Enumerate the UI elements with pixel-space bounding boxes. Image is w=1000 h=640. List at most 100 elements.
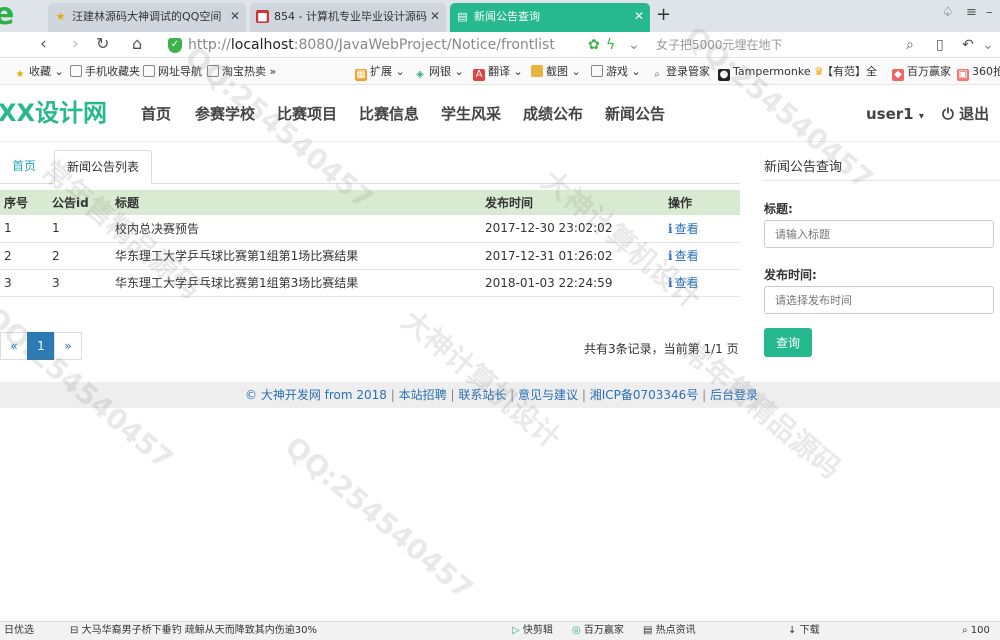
reload-icon[interactable]: ↻ bbox=[96, 34, 109, 54]
browser-tab-2[interactable]: ■ 854 - 计算机专业毕业设计源码 ✕ bbox=[250, 3, 446, 32]
bookmark-item[interactable]: ⌕ 登录管家 bbox=[651, 64, 710, 81]
cell-time: 2017-12-31 01:26:02 bbox=[481, 242, 664, 270]
prev-page-button[interactable]: « bbox=[0, 332, 28, 360]
bookmark-item[interactable]: ▣ 360抢 bbox=[957, 64, 1000, 81]
news-ticker[interactable]: ⊟ 大马华裔男子桥下垂钓 疏鲸从天而降致其内伤逾30% bbox=[70, 622, 317, 640]
browser-tab-1[interactable]: ★ 汪建林源码大神调试的QQ空间 ✕ bbox=[48, 3, 246, 32]
star-icon: ★ bbox=[15, 69, 25, 80]
page-footer: © 大神开发网 from 2018 | 本站招聘 | 联系站长 | 意见与建议 … bbox=[0, 382, 1000, 408]
table-header-row: 序号 公告id 标题 发布时间 操作 bbox=[0, 190, 740, 215]
cell-no: 3 bbox=[0, 269, 48, 297]
column-header: 发布时间 bbox=[481, 190, 664, 215]
nav-home[interactable]: 首页 bbox=[141, 104, 171, 124]
status-item[interactable]: ◎ 百万赢家 bbox=[572, 622, 624, 640]
query-button[interactable]: 查询 bbox=[764, 328, 812, 357]
publish-time-input[interactable] bbox=[764, 286, 994, 314]
status-item[interactable]: ↓ 下载 bbox=[788, 622, 820, 640]
footer-link-admin-login[interactable]: 后台登录 bbox=[710, 388, 758, 402]
status-left-text[interactable]: 日优选 bbox=[4, 622, 34, 640]
caret-down-icon: ▾ bbox=[918, 111, 924, 122]
logout-button[interactable]: ⏻ 退出 bbox=[942, 104, 989, 124]
bookmark-item[interactable]: 淘宝热卖 » bbox=[207, 64, 276, 80]
search-icon: ⌕ bbox=[654, 69, 660, 80]
nav-students[interactable]: 学生风采 bbox=[441, 104, 501, 124]
bookmark-item[interactable]: 网址导航 bbox=[143, 64, 202, 80]
title-label: 标题: bbox=[764, 202, 793, 216]
bookmark-item[interactable]: A 翻译 ⌄ bbox=[473, 64, 523, 81]
nav-events[interactable]: 比赛项目 bbox=[277, 104, 337, 124]
bookmark-item[interactable]: 手机收藏夹 bbox=[70, 64, 140, 80]
nav-news[interactable]: 新闻公告 bbox=[605, 104, 665, 124]
bookmark-item[interactable]: 游戏 ⌄ bbox=[591, 64, 641, 80]
forward-icon[interactable]: › bbox=[72, 34, 79, 54]
site-logo[interactable]: XX设计网 bbox=[0, 98, 107, 128]
bookmark-item[interactable]: ● Tampermonke ♛ bbox=[718, 64, 824, 81]
phone-icon bbox=[70, 65, 82, 77]
copyright-text: © 大神开发网 from 2018 bbox=[245, 388, 387, 402]
play-icon: ▷ bbox=[512, 625, 520, 636]
footer-link-icp[interactable]: 湘ICP备0703346号 bbox=[590, 388, 699, 402]
nav-match-info[interactable]: 比赛信息 bbox=[359, 104, 419, 124]
close-icon[interactable]: ✕ bbox=[230, 3, 240, 30]
bookmark-item[interactable]: ◆ 百万赢家 bbox=[892, 64, 951, 81]
zoom-level[interactable]: ⌕ 100 bbox=[962, 622, 990, 640]
url-input[interactable]: ✓ http://localhost:8080/JavaWebProject/N… bbox=[168, 35, 638, 55]
picture-icon: ▣ bbox=[957, 69, 969, 81]
column-header: 标题 bbox=[111, 190, 481, 215]
search-icon[interactable]: ⌕ bbox=[906, 35, 914, 55]
close-icon[interactable]: ✕ bbox=[634, 3, 644, 30]
view-link[interactable]: i 查看 bbox=[668, 222, 699, 236]
user-name: user1 bbox=[866, 105, 914, 123]
page-1-button[interactable]: 1 bbox=[27, 332, 55, 360]
chevron-down-icon[interactable]: ⌄ bbox=[628, 35, 640, 55]
footer-link-feedback[interactable]: 意见与建议 bbox=[518, 388, 578, 402]
tab-title: 854 - 计算机专业毕业设计源码 bbox=[274, 10, 427, 23]
tampermonkey-icon: ● bbox=[718, 69, 730, 81]
cell-id: 2 bbox=[48, 242, 111, 270]
close-icon[interactable]: ✕ bbox=[430, 3, 440, 30]
shirt-skin-icon[interactable]: ♤ bbox=[942, 5, 954, 20]
bookmark-item[interactable]: ★ 收藏 ⌄ bbox=[14, 64, 64, 81]
undo-icon[interactable]: ↶ bbox=[962, 35, 974, 55]
nav-schools[interactable]: 参赛学校 bbox=[195, 104, 255, 124]
bookmark-item[interactable]: 【有范】全 bbox=[822, 64, 877, 80]
power-icon: ⏻ bbox=[942, 105, 954, 123]
record-summary: 共有3条记录，当前第 1/1 页 bbox=[584, 342, 739, 356]
url-text[interactable]: http://localhost:8080/JavaWebProject/Not… bbox=[188, 35, 555, 55]
status-item[interactable]: ▷ 快剪辑 bbox=[512, 622, 553, 640]
bookmark-item[interactable]: ▦ 扩展 ⌄ bbox=[355, 64, 405, 81]
bookmark-item[interactable]: ◈ 网银 ⌄ bbox=[414, 64, 464, 81]
view-link[interactable]: i 查看 bbox=[668, 249, 699, 263]
footer-link-recruit[interactable]: 本站招聘 bbox=[399, 388, 447, 402]
nav-results[interactable]: 成绩公布 bbox=[523, 104, 583, 124]
browser-tab-strip: e ★ 汪建林源码大神调试的QQ空间 ✕ ■ 854 - 计算机专业毕业设计源码… bbox=[0, 0, 1000, 32]
bookmark-item[interactable]: 截图 ⌄ bbox=[531, 64, 581, 80]
scissors-icon bbox=[531, 65, 543, 77]
tab-news-list[interactable]: 新闻公告列表 bbox=[54, 150, 153, 184]
cell-no: 2 bbox=[0, 242, 48, 270]
back-icon[interactable]: ‹ bbox=[40, 34, 47, 54]
phone-icon[interactable]: ▯ bbox=[936, 35, 944, 55]
user-menu[interactable]: user1 ▾ bbox=[866, 104, 924, 127]
lightning-icon[interactable]: ϟ bbox=[606, 35, 615, 55]
browser-tab-3[interactable]: ▤ 新闻公告查询 ✕ bbox=[450, 3, 650, 32]
bookmarks-bar: ★ 收藏 ⌄ 手机收藏夹 网址导航 淘宝热卖 » ▦ 扩展 ⌄ ◈ 网银 ⌄ A 翻译 … bbox=[0, 59, 1000, 85]
minimize-icon[interactable]: – bbox=[986, 5, 993, 20]
tab-title: 新闻公告查询 bbox=[474, 10, 540, 23]
title-search-input[interactable] bbox=[764, 220, 994, 248]
home-icon[interactable]: ⌂ bbox=[132, 34, 142, 54]
refresh-green-icon[interactable]: ✿ bbox=[588, 35, 600, 55]
next-page-button[interactable]: » bbox=[54, 332, 82, 360]
status-item[interactable]: ▤ 热点资讯 bbox=[643, 622, 696, 640]
search-suggestion[interactable]: 女子把5000元埋在地下 bbox=[656, 35, 783, 55]
new-tab-icon[interactable]: + bbox=[656, 4, 671, 25]
footer-link-contact[interactable]: 联系站长 bbox=[458, 388, 506, 402]
view-link[interactable]: i 查看 bbox=[668, 276, 699, 290]
tab-home[interactable]: 首页 bbox=[0, 150, 48, 184]
cell-title: 华东理工大学乒乓球比赛第1组第3场比赛结果 bbox=[111, 269, 481, 297]
menu-icon[interactable]: ≡ bbox=[966, 5, 977, 20]
chevron-down-icon[interactable]: ⌄ bbox=[982, 35, 994, 55]
news-table: 序号 公告id 标题 发布时间 操作 1 1 校内总决赛预告 2017-12-3… bbox=[0, 190, 740, 297]
status-bar: 日优选 ⊟ 大马华裔男子桥下垂钓 疏鲸从天而降致其内伤逾30% ▷ 快剪辑 ◎ … bbox=[0, 621, 1000, 640]
cell-no: 1 bbox=[0, 215, 48, 243]
